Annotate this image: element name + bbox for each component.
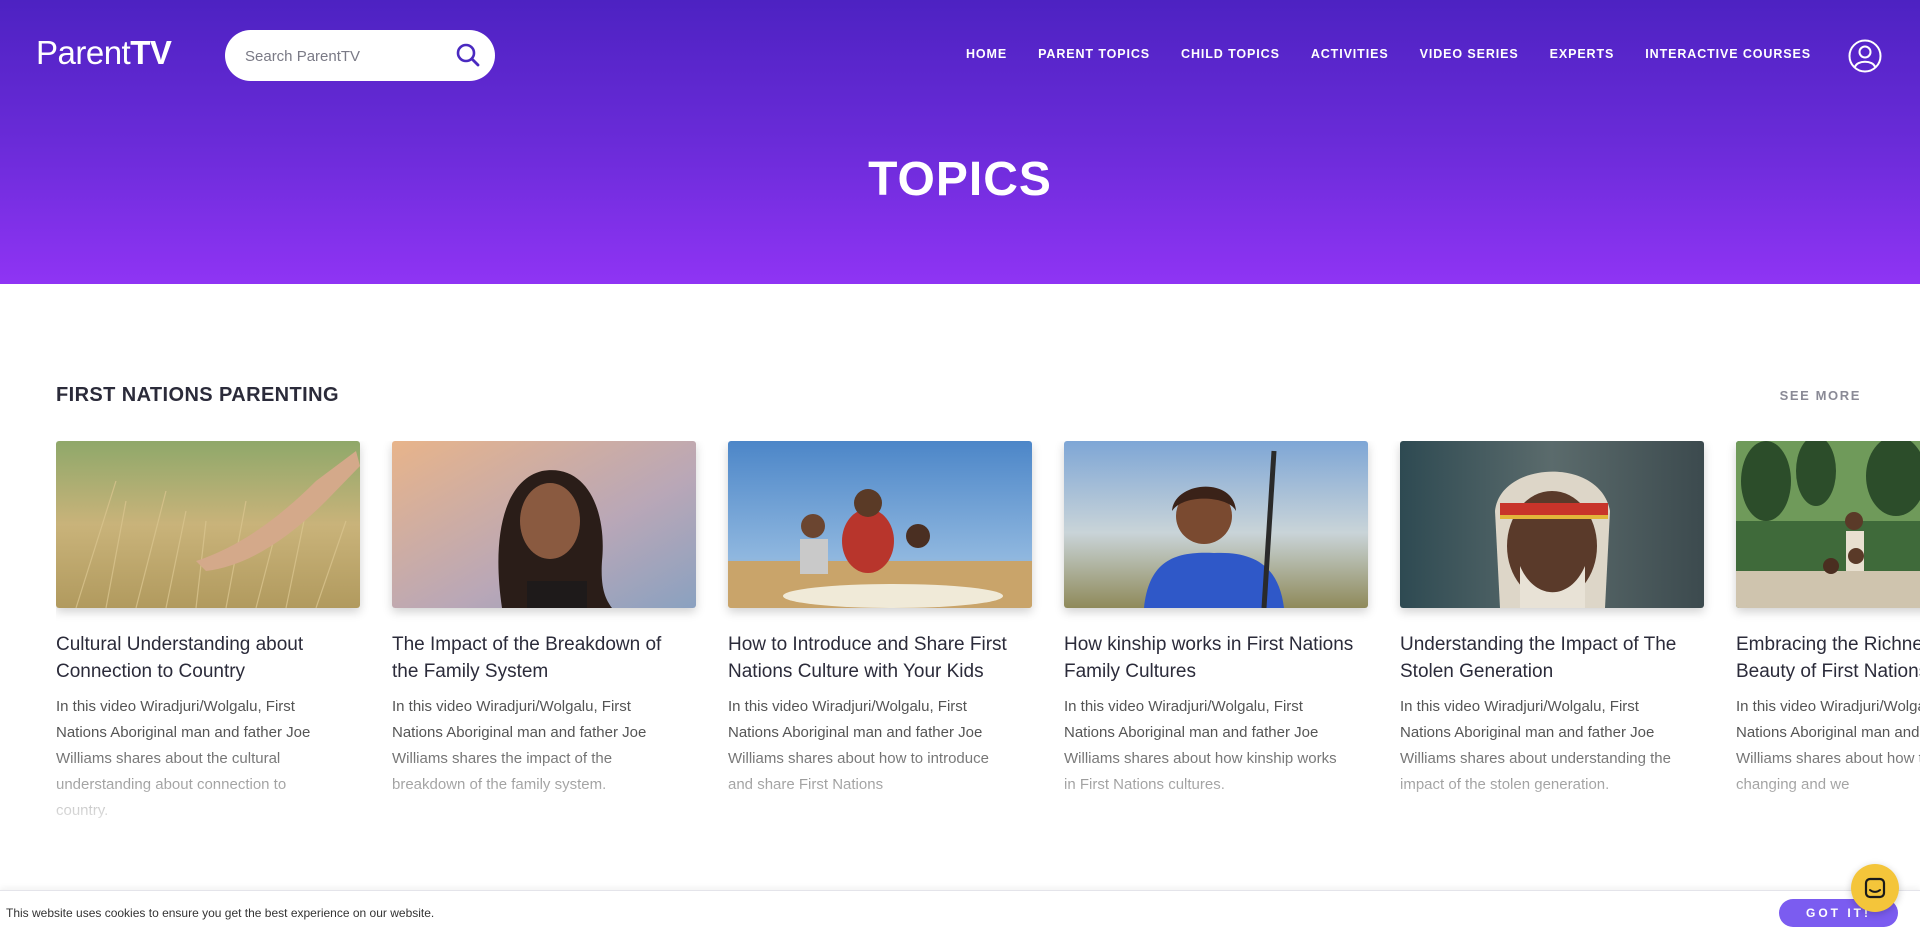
cookie-message: This website uses cookies to ensure you … <box>6 906 435 920</box>
video-card[interactable]: How to Introduce and Share First Nations… <box>728 441 1032 821</box>
video-carousel: Cultural Understanding about Connection … <box>56 441 1920 821</box>
video-card[interactable]: Cultural Understanding about Connection … <box>56 441 360 821</box>
video-thumbnail[interactable] <box>56 441 360 608</box>
section-title: FIRST NATIONS PARENTING <box>56 384 339 406</box>
chat-icon <box>1864 877 1886 899</box>
card-title[interactable]: The Impact of the Breakdown of the Famil… <box>392 631 682 685</box>
video-card[interactable]: Understanding the Impact of The Stolen G… <box>1400 441 1704 821</box>
user-icon[interactable] <box>1848 39 1882 73</box>
video-thumbnail[interactable] <box>392 441 696 608</box>
nav-interactive-courses[interactable]: INTERACTIVE COURSES <box>1645 47 1811 61</box>
nav-home[interactable]: HOME <box>966 47 1007 61</box>
video-thumbnail[interactable] <box>1400 441 1704 608</box>
search-input[interactable] <box>245 43 445 69</box>
card-title[interactable]: How kinship works in First Nations Famil… <box>1064 631 1354 685</box>
video-card[interactable]: The Impact of the Breakdown of the Famil… <box>392 441 696 821</box>
video-thumbnail[interactable] <box>1736 441 1920 608</box>
elder-portrait-image <box>1400 441 1704 608</box>
card-title[interactable]: Cultural Understanding about Connection … <box>56 631 346 685</box>
cookie-banner: This website uses cookies to ensure you … <box>0 890 1920 932</box>
card-description: In this video Wiradjuri/Wolgalu, First N… <box>728 698 989 793</box>
logo-text-bold: TV <box>130 34 172 71</box>
hero-header: ParentTV HOME PARENT TOPICS CHILD TOPICS… <box>0 0 1920 284</box>
card-description: In this video Wiradjuri/Wolgalu, First N… <box>56 698 311 819</box>
woman-portrait-image <box>392 441 696 608</box>
card-description: In this video Wiradjuri/Wolgalu, First N… <box>1400 698 1671 793</box>
video-card[interactable]: How kinship works in First Nations Famil… <box>1064 441 1368 821</box>
card-title[interactable]: Understanding the Impact of The Stolen G… <box>1400 631 1690 685</box>
main-nav: HOME PARENT TOPICS CHILD TOPICS ACTIVITI… <box>966 47 1811 61</box>
video-thumbnail[interactable] <box>728 441 1032 608</box>
card-title[interactable]: How to Introduce and Share First Nations… <box>728 631 1018 685</box>
video-card[interactable]: Embracing the Richness and Beauty of Fir… <box>1736 441 1920 821</box>
nav-video-series[interactable]: VIDEO SERIES <box>1420 47 1519 61</box>
search-box <box>225 30 495 81</box>
parenttv-logo[interactable]: ParentTV <box>36 34 172 72</box>
card-description: In this video Wiradjuri/Wolgalu, First N… <box>1064 698 1337 793</box>
nav-child-topics[interactable]: CHILD TOPICS <box>1181 47 1280 61</box>
page-title: TOPICS <box>868 153 1052 206</box>
nav-experts[interactable]: EXPERTS <box>1550 47 1615 61</box>
card-description: In this video Wiradjuri/Wolgalu, First N… <box>1736 698 1920 793</box>
nav-activities[interactable]: ACTIVITIES <box>1311 47 1389 61</box>
logo-text-light: Parent <box>36 34 131 71</box>
search-icon[interactable] <box>455 42 481 68</box>
grass-hand-image <box>56 441 360 608</box>
see-more-link[interactable]: SEE MORE <box>1780 388 1861 403</box>
chat-launcher[interactable] <box>1851 864 1899 912</box>
card-description: In this video Wiradjuri/Wolgalu, First N… <box>392 698 647 793</box>
boy-outdoors-image <box>1064 441 1368 608</box>
forest-gathering-image <box>1736 441 1920 608</box>
family-beach-image <box>728 441 1032 608</box>
video-thumbnail[interactable] <box>1064 441 1368 608</box>
nav-parent-topics[interactable]: PARENT TOPICS <box>1038 47 1150 61</box>
card-title[interactable]: Embracing the Richness and Beauty of Fir… <box>1736 631 1920 685</box>
